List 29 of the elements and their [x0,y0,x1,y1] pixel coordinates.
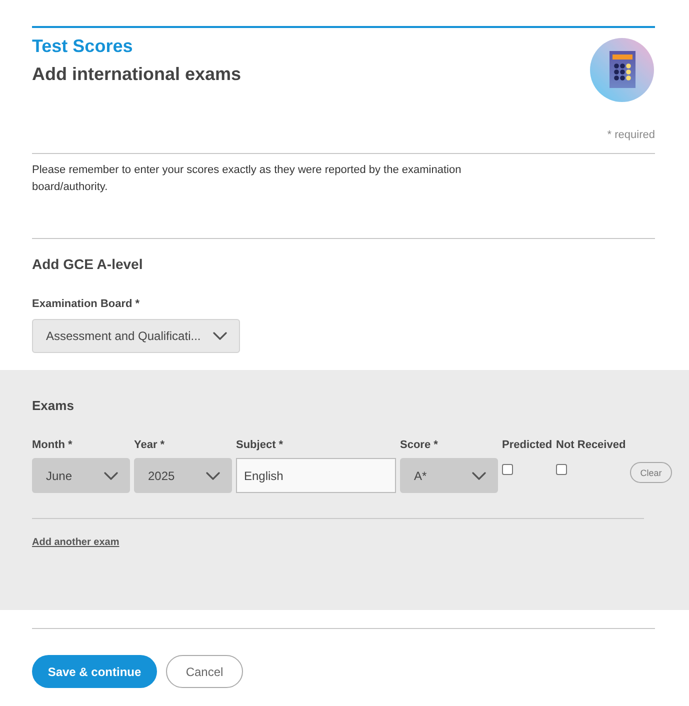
subject-input[interactable]: English [236,458,396,493]
column-label: Subject * [236,438,284,452]
cancel-button[interactable]: Cancel [166,655,243,688]
month-select[interactable]: June [32,458,130,493]
score-select[interactable]: A* [400,458,498,493]
chevron-down-icon [472,472,486,480]
chevron-down-icon [213,332,227,340]
field-label: Examination Board * [32,297,141,311]
notice-text: Please remember to enter your scores exactly as they were reported by the examination board/authority. [32,163,462,195]
calculator-icon [590,38,654,102]
chevron-down-icon [104,472,118,480]
column-label: Score * [400,438,439,452]
year-select[interactable]: 2025 [134,458,232,493]
section-title: Test Scores [32,35,134,57]
clear-button[interactable]: Clear [630,462,672,483]
section-heading: Add GCE A-level [32,255,144,273]
column-label: Predicted [502,438,552,452]
column-label: Year * [134,438,166,452]
add-exam-link[interactable]: Add another exam [32,536,120,549]
column-label: Not Received [556,438,626,452]
column-label: Month * [32,438,74,452]
page-title: Add international exams [32,63,242,85]
chevron-down-icon [206,472,220,480]
exams-heading: Exams [32,398,75,414]
not-received-checkbox[interactable] [556,464,567,475]
required-note: * required [606,128,655,142]
save-button[interactable]: Save & continue [32,655,157,688]
examination-board-select[interactable]: Assessment and Qualificati... [32,319,240,353]
predicted-checkbox[interactable] [502,464,513,475]
